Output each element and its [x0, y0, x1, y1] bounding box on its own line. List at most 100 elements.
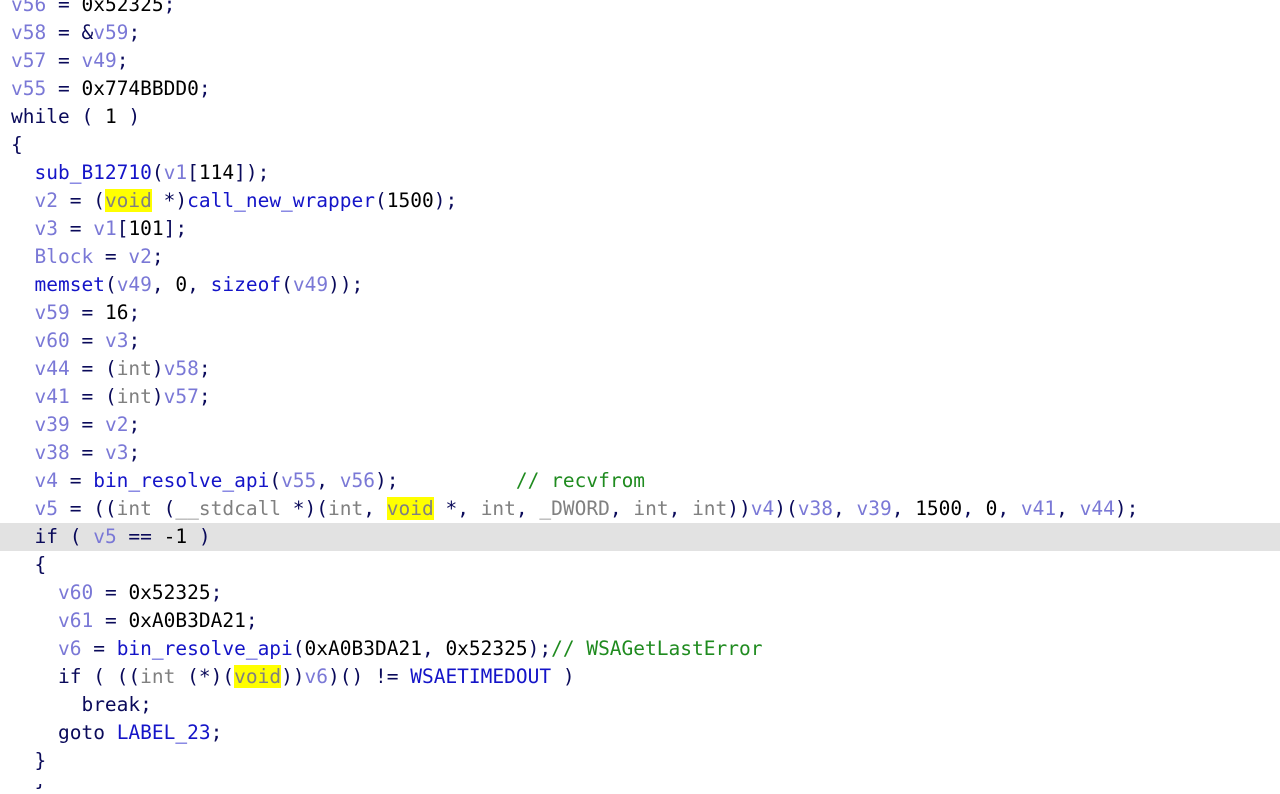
token-keyword[interactable]: if — [58, 665, 81, 688]
token-num[interactable]: 0x52325 — [81, 0, 163, 16]
token-num[interactable]: 0 — [986, 497, 998, 520]
token-punct[interactable]: = — [81, 637, 116, 660]
token-punct[interactable]: (*)( — [175, 665, 234, 688]
token-var[interactable]: v44 — [34, 357, 69, 380]
code-line[interactable]: v41 = (int)v57; — [0, 383, 1280, 411]
token-punct[interactable]: ; — [199, 357, 211, 380]
token-punct[interactable]: , — [669, 497, 692, 520]
token-var[interactable]: v4 — [34, 469, 57, 492]
token-var[interactable]: v1 — [93, 217, 116, 240]
token-type[interactable]: int — [140, 665, 175, 688]
token-type[interactable]: _DWORD — [539, 497, 609, 520]
token-var[interactable]: v60 — [34, 329, 69, 352]
token-punct[interactable]: [ — [117, 217, 129, 240]
code-line[interactable]: v39 = v2; — [0, 411, 1280, 439]
token-type[interactable]: int — [692, 497, 727, 520]
token-punct[interactable]: == — [117, 525, 164, 548]
token-var[interactable]: v49 — [293, 273, 328, 296]
token-punct[interactable]: = — [46, 49, 81, 72]
token-punct[interactable]: ); — [434, 189, 457, 212]
code-line[interactable]: v2 = (void *)call_new_wrapper(1500); — [0, 187, 1280, 215]
token-type[interactable]: int — [328, 497, 363, 520]
token-var[interactable]: v56 — [11, 0, 46, 16]
token-num[interactable]: 0x774BBDD0 — [81, 77, 198, 100]
token-var[interactable]: v49 — [117, 273, 152, 296]
token-var[interactable]: v55 — [281, 469, 316, 492]
token-var[interactable]: v59 — [34, 301, 69, 324]
token-punct[interactable]: ) — [187, 525, 211, 548]
token-var[interactable]: v49 — [81, 49, 116, 72]
token-punct[interactable]: )( — [774, 497, 797, 520]
token-punct[interactable]: ]); — [234, 161, 269, 184]
token-var[interactable]: v3 — [105, 441, 128, 464]
token-punct[interactable]: = — [46, 77, 81, 100]
token-punct[interactable]: , — [610, 497, 633, 520]
token-var[interactable]: v44 — [1080, 497, 1115, 520]
code-line[interactable]: goto LABEL_23; — [0, 719, 1280, 747]
code-line[interactable]: } — [0, 747, 1280, 775]
token-punct[interactable]: )() != — [328, 665, 410, 688]
token-func[interactable]: memset — [34, 273, 104, 296]
token-type[interactable]: int — [481, 497, 516, 520]
code-line[interactable]: sub_B12710(v1[114]); — [0, 159, 1280, 187]
token-punct[interactable]: = — [70, 441, 105, 464]
token-var[interactable]: Block — [34, 245, 93, 268]
token-punct[interactable]: ( — [293, 637, 305, 660]
token-var[interactable]: v6 — [305, 665, 328, 688]
token-punct[interactable]: ) — [551, 665, 575, 688]
token-punct[interactable] — [105, 721, 117, 744]
code-line[interactable]: v57 = v49; — [0, 47, 1280, 75]
token-num[interactable]: 1500 — [387, 189, 434, 212]
code-line[interactable]: { — [0, 551, 1280, 579]
token-punct[interactable]: ) — [152, 385, 164, 408]
token-keyword[interactable]: if — [34, 525, 57, 548]
token-punct[interactable]: = (( — [58, 497, 117, 520]
token-punct[interactable]: , — [516, 497, 539, 520]
code-line[interactable]: v58 = &v59; — [0, 19, 1280, 47]
token-func[interactable]: bin_resolve_api — [117, 637, 293, 660]
code-line[interactable]: v59 = 16; — [0, 299, 1280, 327]
token-punct[interactable]: = ( — [70, 385, 116, 408]
token-punct[interactable]: ); — [375, 469, 398, 492]
token-var[interactable]: v38 — [34, 441, 69, 464]
token-punct[interactable]: = — [46, 0, 81, 16]
token-punct[interactable]: ; — [128, 301, 140, 324]
token-var[interactable]: v57 — [11, 49, 46, 72]
token-keyword[interactable]: while — [11, 105, 70, 128]
token-var[interactable]: v57 — [164, 385, 199, 408]
token-punct[interactable]: = — [70, 301, 105, 324]
token-const[interactable]: LABEL_23 — [117, 721, 211, 744]
token-punct[interactable]: ( (( — [81, 665, 140, 688]
token-punct[interactable]: ); — [528, 637, 551, 660]
token-num[interactable]: 1500 — [915, 497, 962, 520]
token-var[interactable]: v3 — [105, 329, 128, 352]
token-var[interactable]: v39 — [856, 497, 891, 520]
token-punct[interactable]: ( — [269, 469, 281, 492]
token-punct[interactable]: *)( — [281, 497, 328, 520]
token-punct[interactable]: ( — [105, 273, 117, 296]
token-punct[interactable]: ; — [199, 385, 211, 408]
token-num[interactable]: 114 — [199, 161, 234, 184]
token-type[interactable]: __stdcall — [175, 497, 281, 520]
token-punct[interactable]: ; — [128, 21, 140, 44]
token-punct[interactable]: = — [58, 217, 93, 240]
code-line[interactable]: while ( 1 ) — [0, 103, 1280, 131]
token-var[interactable]: v38 — [798, 497, 833, 520]
token-num[interactable]: 101 — [128, 217, 163, 240]
token-punct[interactable]: = & — [46, 21, 93, 44]
token-punct[interactable]: , — [997, 497, 1020, 520]
token-punct[interactable]: ; — [128, 413, 140, 436]
token-punct[interactable]: *, — [434, 497, 481, 520]
code-line[interactable]: { — [0, 131, 1280, 159]
token-num[interactable]: -1 — [164, 525, 187, 548]
token-punct[interactable]: ; — [246, 609, 258, 632]
token-var[interactable]: v5 — [93, 525, 116, 548]
code-body[interactable]: v56 = 0x52325; v58 = &v59; v57 = v49; v55 =… — [0, 0, 1280, 775]
token-punct[interactable]: ; — [152, 245, 164, 268]
token-punct[interactable]: ; — [128, 329, 140, 352]
token-punct[interactable] — [399, 469, 516, 492]
token-num[interactable]: 0xA0B3DA21 — [305, 637, 422, 660]
token-punct[interactable]: } — [34, 749, 46, 772]
token-var[interactable]: v4 — [751, 497, 774, 520]
token-var[interactable]: v55 — [11, 77, 46, 100]
